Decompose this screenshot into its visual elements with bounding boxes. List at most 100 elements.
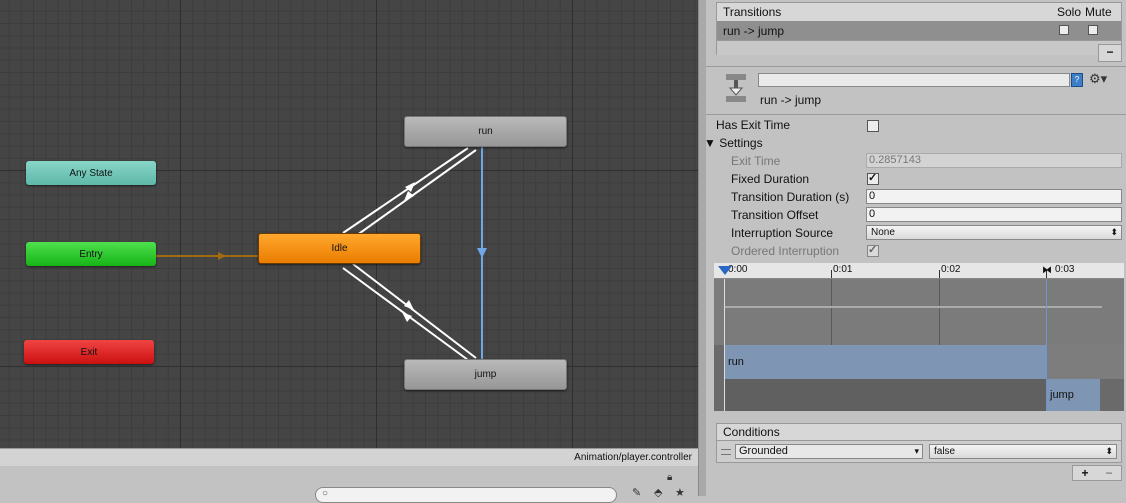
arrow-head (477, 248, 487, 258)
exit-time-label: Exit Time (731, 154, 781, 168)
controller-path-bar: Animation/player.controller (0, 448, 698, 466)
animator-graph[interactable]: Any State Entry Exit Idle run jump (0, 0, 698, 448)
transition-duration-field[interactable]: 0 (866, 189, 1122, 204)
solo-checkbox[interactable] (1059, 25, 1069, 35)
transition-name-field[interactable] (758, 73, 1070, 87)
source-state-label: run (728, 356, 744, 368)
object-picker-button[interactable]: ? (1071, 73, 1083, 87)
gear-icon[interactable]: ⚙▾ (1089, 71, 1107, 87)
updown-arrow-icon: ⬍ (1105, 446, 1113, 456)
transition-duration-label: Transition Duration (s) (731, 190, 850, 204)
divider (706, 66, 1126, 67)
search-icon: ○ (322, 488, 329, 499)
divider (706, 114, 1126, 115)
transition-start-line (724, 279, 725, 411)
transitions-list-body (716, 41, 1122, 55)
transition-end-handle[interactable]: ⧓ (1042, 265, 1052, 276)
search-input[interactable]: ○ (315, 487, 617, 503)
condition-row[interactable]: Grounded ▾ false ⬍ (716, 441, 1122, 463)
transition-icon (726, 74, 746, 102)
arrow-head (402, 312, 412, 322)
tick-mark (939, 270, 940, 278)
star-icon[interactable]: ★ (675, 486, 685, 499)
state-jump[interactable]: jump (404, 359, 567, 390)
graph-toolbar: ○ ✎ ⬘ ★ 🔒︎ (0, 466, 698, 503)
transition-arrows (156, 147, 487, 361)
transition-start-handle[interactable] (718, 266, 732, 275)
transitions-list: Transitions Solo Mute run -> jump − (716, 2, 1122, 62)
state-idle[interactable]: Idle (258, 233, 421, 264)
tick-mark (831, 270, 832, 278)
source-state-tail (1046, 345, 1124, 379)
tick-label: 0:02 (941, 264, 961, 275)
remove-condition-button[interactable]: − (1105, 466, 1112, 480)
transitions-header: Transitions Solo Mute (716, 2, 1122, 21)
state-any-state[interactable]: Any State (26, 161, 156, 185)
tick-label: 0:01 (833, 264, 853, 275)
mute-header: Mute (1085, 5, 1112, 19)
arrow-head (404, 300, 414, 310)
fixed-duration-label: Fixed Duration (731, 172, 810, 186)
condition-parameter-dropdown[interactable]: Grounded ▾ (735, 444, 923, 459)
transition-idle-jump[interactable] (352, 263, 477, 359)
has-exit-time-checkbox[interactable] (867, 120, 879, 132)
tick-label: 0:03 (1055, 264, 1075, 275)
transition-row[interactable]: run -> jump (716, 21, 1122, 41)
state-label: run (478, 126, 493, 137)
conditions-header: Conditions (716, 423, 1122, 441)
transition-offset-field[interactable]: 0 (866, 207, 1122, 222)
drag-handle-icon[interactable] (721, 449, 731, 455)
conditions-list: Conditions Grounded ▾ false ⬍ + − (716, 423, 1122, 481)
condition-parameter-value: Grounded (739, 445, 788, 457)
condition-value: false (934, 446, 956, 457)
arrow-head (218, 252, 226, 260)
ordered-interruption-label: Ordered Interruption (731, 244, 840, 258)
panel-splitter[interactable] (698, 0, 706, 496)
transitions-title: Transitions (723, 5, 782, 19)
transition-row-label: run -> jump (723, 23, 785, 38)
settings-foldout[interactable]: ▼ Settings (704, 136, 763, 150)
transition-offset-label: Transition Offset (731, 208, 819, 222)
state-label: jump (474, 369, 497, 380)
source-state-track[interactable]: run (724, 345, 1046, 379)
arrow-head (404, 191, 414, 201)
updown-arrow-icon: ⬍ (1110, 227, 1118, 237)
chevron-down-icon: ▾ (914, 446, 919, 456)
interruption-source-label: Interruption Source (731, 226, 834, 240)
state-entry[interactable]: Entry (26, 242, 156, 266)
transition-end-line (1046, 279, 1047, 411)
timeline-ruler: 0:00 0:01 0:02 0:03 (714, 263, 1124, 279)
solo-header: Solo (1057, 5, 1082, 19)
conditions-title: Conditions (723, 425, 780, 439)
foldout-arrow-icon: ▼ (704, 136, 716, 150)
blend-curve-area (714, 279, 1124, 345)
destination-state-label: jump (1050, 389, 1074, 401)
brush-icon[interactable]: ✎ (632, 486, 641, 499)
state-exit[interactable]: Exit (24, 340, 154, 364)
inspector-panel: Transitions Solo Mute run -> jump − ? ⚙▾… (704, 0, 1126, 496)
remove-transition-button[interactable]: − (1098, 44, 1122, 62)
state-label: Any State (69, 167, 113, 179)
mute-checkbox[interactable] (1088, 25, 1098, 35)
transition-run-idle[interactable] (352, 149, 477, 239)
transition-idle-run[interactable] (342, 147, 469, 234)
lock-icon[interactable]: 🔒︎ (667, 472, 672, 483)
destination-state-track[interactable]: jump (1046, 379, 1100, 411)
transition-title: run -> jump (760, 93, 822, 107)
state-run[interactable]: run (404, 116, 567, 147)
timeline-body: run jump (714, 279, 1124, 411)
add-condition-button[interactable]: + (1081, 466, 1088, 480)
controller-path: Animation/player.controller (574, 452, 692, 463)
transition-timeline[interactable]: 0:00 0:01 0:02 0:03 run jump ⧓ (714, 263, 1124, 411)
destination-track-lane (724, 379, 1046, 411)
condition-value-dropdown[interactable]: false ⬍ (929, 444, 1117, 459)
settings-label: Settings (719, 136, 763, 150)
fixed-duration-checkbox[interactable] (867, 171, 879, 185)
interruption-source-dropdown[interactable]: None ⬍ (866, 225, 1122, 240)
state-label: Exit (80, 346, 98, 358)
tag-icon[interactable]: ⬘ (654, 486, 662, 499)
conditions-footer: + − (1072, 465, 1122, 481)
ordered-interruption-checkbox[interactable] (867, 243, 879, 257)
exit-time-field[interactable]: 0.2857143 (866, 153, 1122, 168)
has-exit-time-label: Has Exit Time (716, 118, 791, 132)
